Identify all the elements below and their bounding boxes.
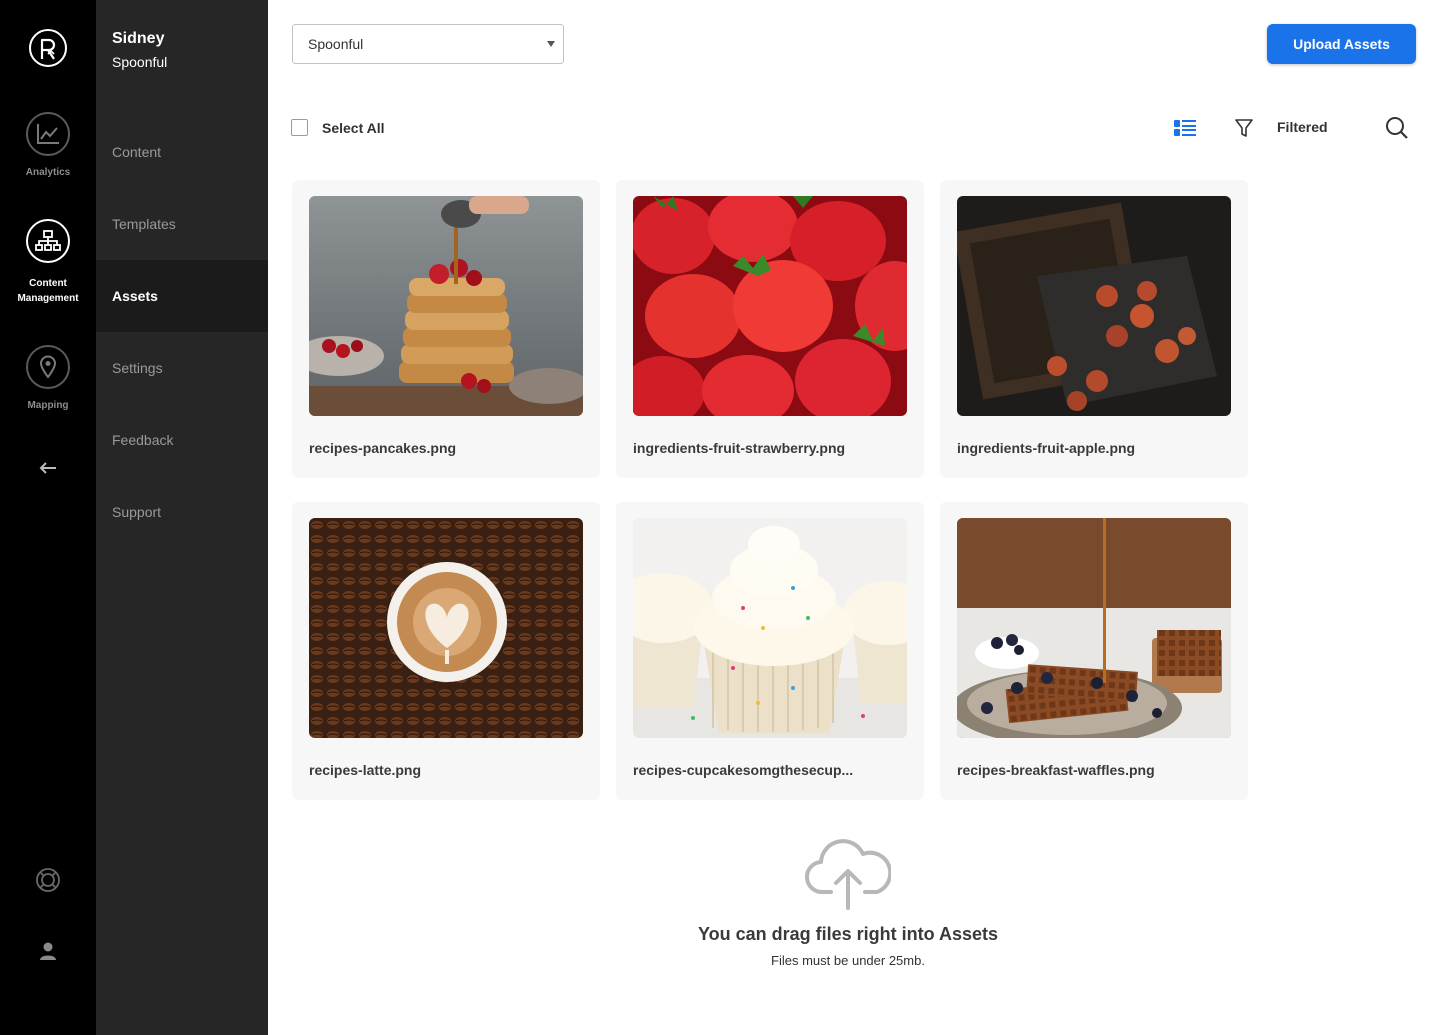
brand-logo[interactable]	[29, 29, 67, 67]
asset-file-name: ingredients-fruit-apple.png	[957, 440, 1136, 456]
latte-image	[309, 518, 583, 738]
sitemap-icon	[35, 230, 61, 251]
chart-icon	[37, 124, 59, 144]
asset-card[interactable]: recipes-pancakes.png	[292, 180, 600, 478]
rail-label-analytics: Analytics	[25, 167, 71, 178]
rail-label-mapping: Mapping	[27, 400, 69, 411]
sidebar-item-templates[interactable]: Templates	[96, 188, 268, 260]
rail-item-analytics[interactable]: Analytics	[0, 112, 96, 180]
strawberries-image	[633, 196, 907, 416]
main-content: Spoonful Upload Assets Select All Filter…	[268, 0, 1440, 1035]
asset-file-name: recipes-cupcakesomgthesecup...	[633, 762, 854, 778]
asset-card[interactable]: recipes-cupcakesomgthesecup...	[616, 502, 924, 800]
cupcakes-image	[633, 518, 907, 738]
asset-thumbnail[interactable]	[309, 518, 583, 738]
select-all-control[interactable]: Select All	[291, 119, 385, 136]
org-select[interactable]: Spoonful	[292, 24, 564, 64]
filter-icon[interactable]	[1234, 118, 1254, 138]
select-all-label: Select All	[322, 119, 385, 136]
mapping-circle	[26, 345, 70, 389]
asset-card[interactable]: ingredients-fruit-apple.png	[940, 180, 1248, 478]
asset-card[interactable]: recipes-latte.png	[292, 502, 600, 800]
analytics-circle	[26, 112, 70, 156]
pancakes-image	[309, 196, 583, 416]
asset-thumbnail[interactable]	[957, 196, 1231, 416]
search-icon[interactable]	[1385, 116, 1409, 140]
map-pin-icon	[39, 355, 57, 379]
rail-label-content-management: Content Management	[17, 278, 79, 304]
sidebar-item-support[interactable]: Support	[96, 476, 268, 548]
asset-file-name: recipes-latte.png	[309, 762, 422, 778]
dropzone[interactable]: You can drag files right into Assets Fil…	[648, 836, 1048, 968]
logo-mark-icon	[40, 38, 56, 60]
app-rail: Analytics Content Management Mapping	[0, 0, 96, 1035]
sidebar-nav: Content Templates Assets Settings Feedba…	[96, 116, 268, 548]
caret-down-icon	[547, 41, 555, 47]
org-name: Spoonful	[112, 54, 168, 70]
org-select-value: Spoonful	[308, 36, 364, 52]
list-view-icon[interactable]	[1173, 118, 1197, 138]
sidebar-item-assets[interactable]: Assets	[96, 260, 268, 332]
asset-thumbnail[interactable]	[309, 196, 583, 416]
asset-card[interactable]: recipes-breakfast-waffles.png	[940, 502, 1248, 800]
lifebuoy-icon[interactable]	[35, 867, 61, 893]
rail-item-content-management[interactable]: Content Management	[0, 219, 96, 306]
sidebar-item-settings[interactable]: Settings	[96, 332, 268, 404]
asset-thumbnail[interactable]	[633, 196, 907, 416]
upload-assets-button[interactable]: Upload Assets	[1267, 24, 1416, 64]
asset-card[interactable]: ingredients-fruit-strawberry.png	[616, 180, 924, 478]
waffles-image	[957, 518, 1231, 738]
account-summary: Sidney Spoonful	[112, 29, 167, 72]
asset-file-name: ingredients-fruit-strawberry.png	[633, 440, 846, 456]
asset-thumbnail[interactable]	[633, 518, 907, 738]
sidebar-item-content[interactable]: Content	[96, 116, 268, 188]
user-name: Sidney	[112, 30, 165, 47]
dropzone-subtitle: Files must be under 25mb.	[771, 953, 925, 968]
content-management-circle	[26, 219, 70, 263]
cloud-upload-icon	[805, 839, 891, 910]
apples-image	[957, 196, 1231, 416]
filter-label[interactable]: Filtered	[1277, 119, 1328, 135]
user-icon[interactable]	[38, 941, 58, 961]
secondary-sidebar: Sidney Spoonful Content Templates Assets…	[96, 0, 268, 1035]
asset-thumbnail[interactable]	[957, 518, 1231, 738]
sidebar-item-feedback[interactable]: Feedback	[96, 404, 268, 476]
asset-file-name: recipes-pancakes.png	[309, 440, 457, 456]
select-all-checkbox[interactable]	[291, 119, 308, 136]
arrow-left-icon[interactable]	[38, 458, 58, 478]
dropzone-title: You can drag files right into Assets	[697, 924, 999, 944]
asset-file-name: recipes-breakfast-waffles.png	[957, 762, 1155, 778]
rail-item-mapping[interactable]: Mapping	[0, 345, 96, 413]
